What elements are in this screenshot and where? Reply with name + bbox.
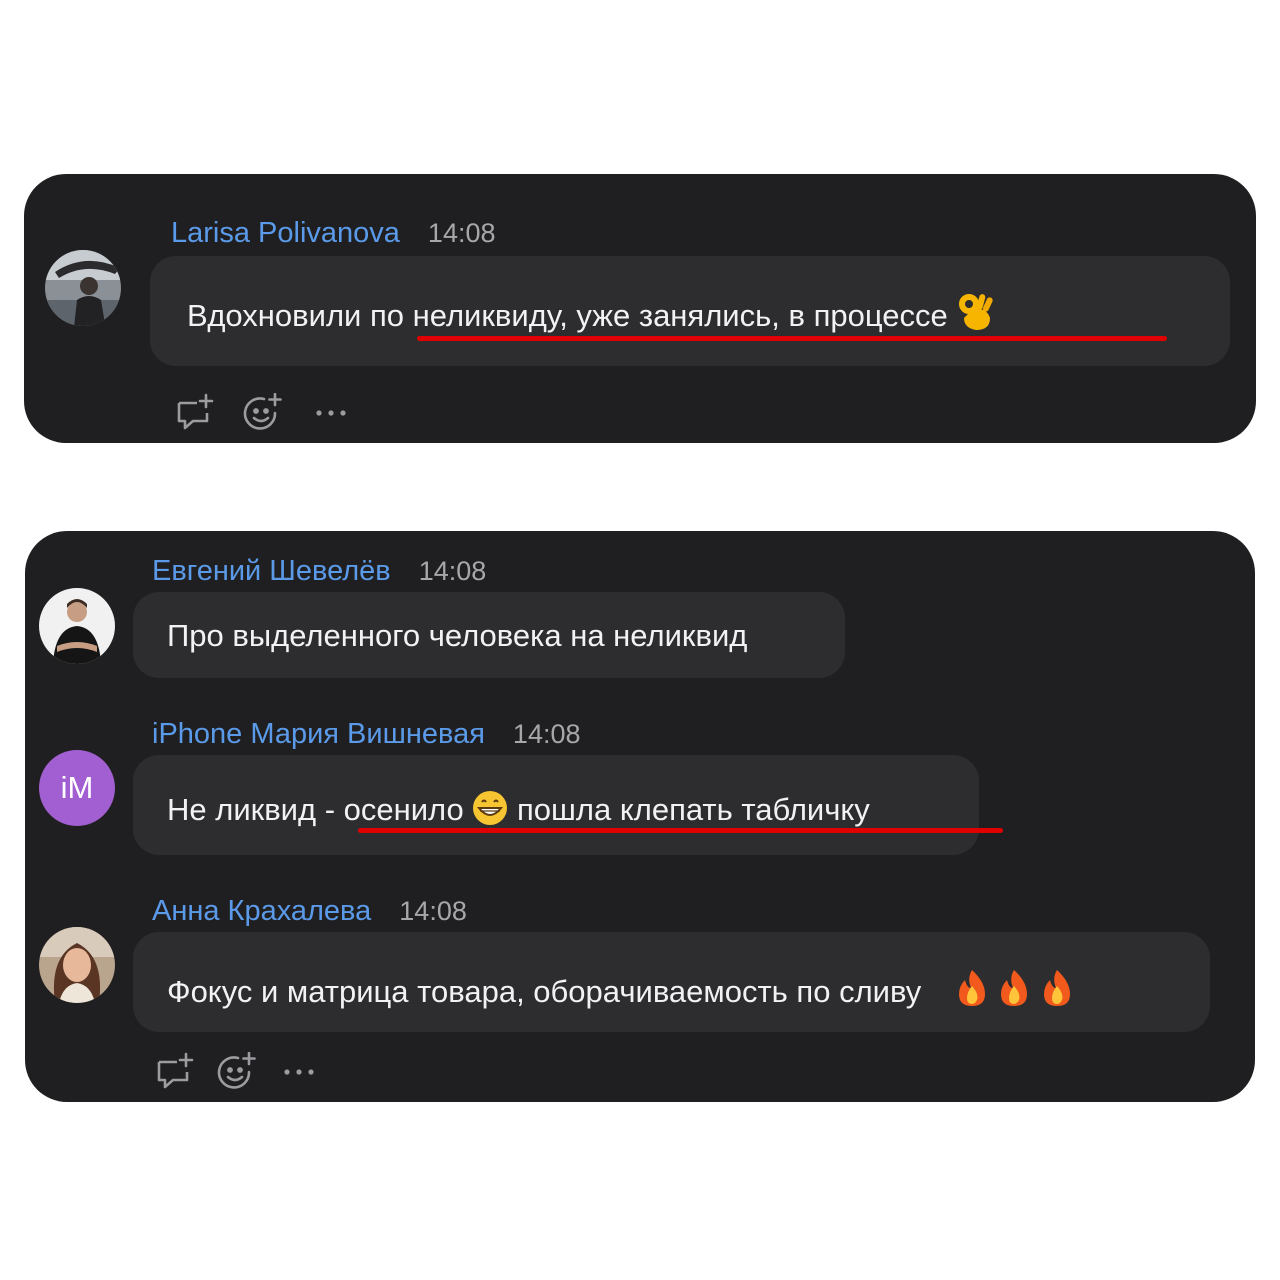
ok-hand-icon [956,292,994,340]
author-name[interactable]: Larisa Polivanova [171,217,400,249]
avatar-initials: iM [60,770,94,805]
message-text: Про выделенного человека на неликвид [167,618,748,653]
more-icon[interactable] [311,393,351,433]
fire-icon [955,968,989,1016]
chat-panel-2: Евгений Шевелёв 14:08 Про выделенного чел… [25,531,1255,1102]
avatar-maria[interactable]: iM [39,750,115,826]
author-name[interactable]: Анна Крахалева [152,895,371,927]
message-header: iPhone Мария Вишневая 14:08 [152,718,581,751]
message-time: 14:08 [427,218,496,248]
message-text: Фокус и матрица товара, оборачиваемость … [167,968,1074,1016]
avatar-photo-icon [39,927,115,1003]
add-reaction-icon[interactable] [217,1051,257,1092]
message-text-plain: Не ликвид - [167,792,344,827]
message-text-highlighted: по неликвиду, уже занялись, в процессе [369,298,948,333]
message-header: Анна Крахалева 14:08 [152,895,467,928]
add-reaction-icon[interactable] [243,392,283,433]
highlight-underline [417,336,1167,341]
reply-icon[interactable] [175,393,215,433]
fire-icon [997,968,1031,1016]
message-time: 14:08 [418,556,487,586]
author-name[interactable]: iPhone Мария Вишневая [152,718,485,750]
message-actions [175,392,379,433]
fire-icon [1040,968,1074,1016]
message-text: Вдохновили по неликвиду, уже занялись, в… [187,292,994,340]
message-header: Larisa Polivanova 14:08 [171,217,496,250]
more-icon[interactable] [279,1052,319,1092]
message-time: 14:08 [512,719,581,749]
message-bubble: Про выделенного человека на неликвид [133,592,845,678]
message-header: Евгений Шевелёв 14:08 [152,555,486,588]
avatar-larisa[interactable] [45,250,121,326]
author-name[interactable]: Евгений Шевелёв [152,555,391,587]
message-text-highlighted: осенило [343,792,464,827]
avatar-evgeniy[interactable] [39,588,115,664]
message-bubble: Фокус и матрица товара, оборачиваемость … [133,932,1210,1032]
message-actions [155,1051,347,1092]
message-bubble: Не ликвид - осенило пошла клепать таблич… [133,755,979,855]
reply-icon[interactable] [155,1052,195,1092]
message-time: 14:08 [399,896,467,926]
message-bubble: Вдохновили по неликвиду, уже занялись, в… [150,256,1230,366]
avatar-photo-icon [45,250,121,326]
avatar-anna[interactable] [39,927,115,1003]
message-text-plain: Фокус и матрица товара, оборачиваемость … [167,974,922,1009]
chat-panel-1: Larisa Polivanova 14:08 Вдохновили по нел… [24,174,1256,443]
highlight-underline [358,828,1003,833]
message-text-highlighted-2: пошла клепать табличку [508,792,870,827]
message-text-plain: Вдохновили [187,298,370,333]
avatar-photo-icon [39,588,115,664]
